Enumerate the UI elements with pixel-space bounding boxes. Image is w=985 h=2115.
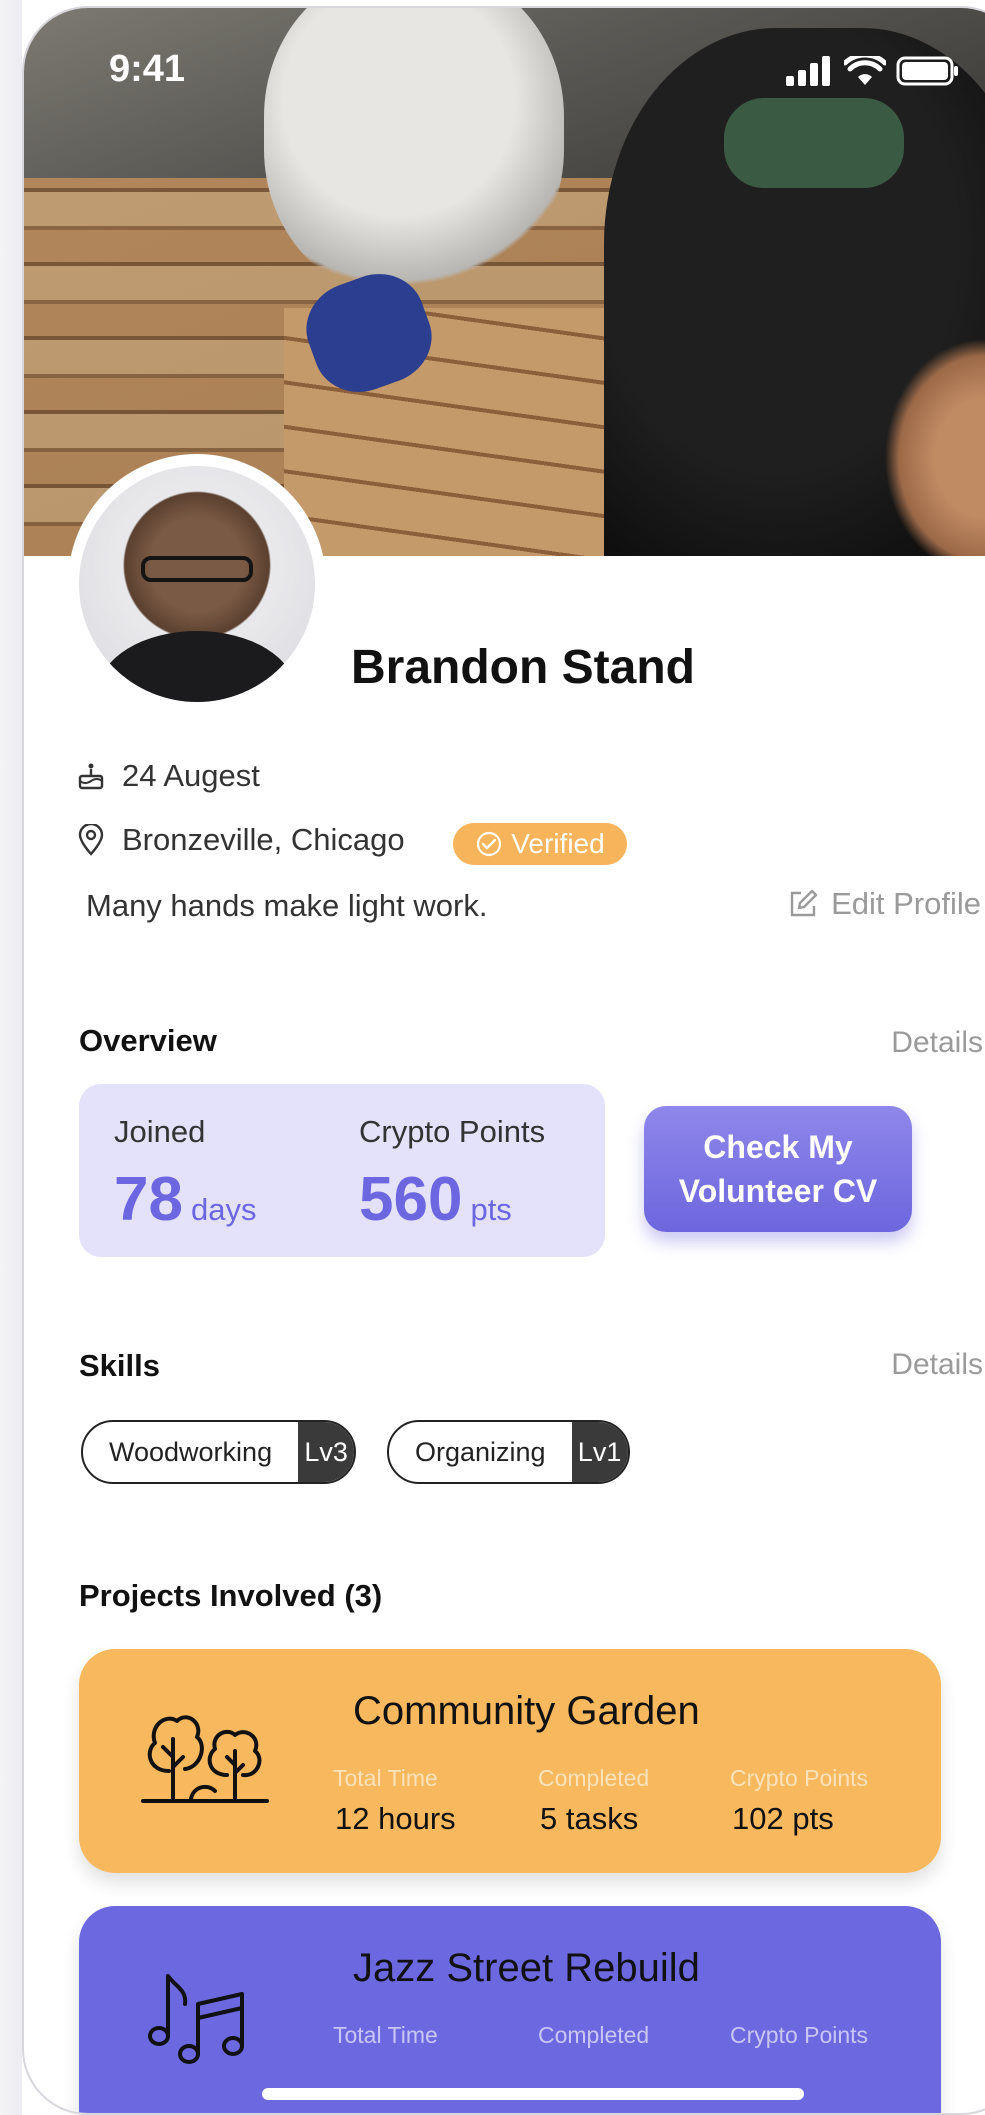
verified-label: Verified: [511, 828, 605, 859]
location-row: Bronzeville, Chicago: [76, 822, 405, 858]
completed-label: Completed: [538, 2022, 650, 2048]
location-text: Bronzeville, Chicago: [122, 822, 405, 857]
status-bar: 9:41: [24, 8, 985, 138]
points-value: 102 pts: [732, 1801, 834, 1836]
skill-level: Lv1: [571, 1422, 628, 1482]
edit-profile-button[interactable]: Edit Profile: [787, 886, 981, 922]
volunteer-cv-button[interactable]: Check My Volunteer CV: [644, 1106, 912, 1232]
cv-button-line2: Volunteer CV: [678, 1173, 878, 1209]
profile-name: Brandon Stand: [351, 641, 695, 694]
project-title: Community Garden: [353, 1689, 700, 1733]
total-time-value: 12 hours: [335, 1801, 456, 1836]
edit-icon: [790, 889, 818, 917]
battery-icon: [896, 56, 958, 86]
avatar[interactable]: [79, 466, 315, 702]
points-unit: pts: [470, 1192, 512, 1227]
project-card-jazz-street-rebuild[interactable]: Jazz Street Rebuild Total Time Completed…: [79, 1906, 941, 2113]
wifi-icon: [844, 56, 886, 85]
overview-title: Overview: [79, 1023, 217, 1058]
points-value: 560 pts: [359, 1165, 512, 1234]
page-background-edge: [0, 0, 22, 2115]
check-circle-icon: [477, 831, 502, 857]
cake-icon: [78, 763, 104, 790]
status-time: 9:41: [109, 48, 186, 90]
birthday-text: 24 Augest: [122, 758, 260, 793]
points-label: Crypto Points: [730, 2022, 869, 2048]
points-label: Crypto Points: [730, 1765, 869, 1791]
total-time-label: Total Time: [333, 2022, 438, 2048]
profile-bio: Many hands make light work.: [86, 888, 488, 923]
overview-card: Joined 78 days Crypto Points 560 pts: [79, 1084, 605, 1257]
overview-details-link[interactable]: Details: [891, 1026, 983, 1060]
completed-label: Completed: [538, 1765, 650, 1791]
skill-level: Lv3: [298, 1422, 355, 1482]
joined-label: Joined: [114, 1114, 206, 1149]
cv-button-line1: Check My: [703, 1129, 853, 1165]
joined-value: 78 days: [114, 1165, 257, 1234]
location-pin-icon: [78, 824, 104, 856]
skills-details-link[interactable]: Details: [891, 1348, 983, 1382]
trees-icon: [141, 1715, 269, 1803]
skill-name: Woodworking: [109, 1436, 273, 1467]
phone-frame: 9:41 Brandon Stand 24 Augest Bronzeville…: [22, 6, 985, 2115]
project-card-community-garden[interactable]: Community Garden Total Time 12 hours Com…: [79, 1649, 941, 1873]
joined-unit: days: [190, 1192, 257, 1227]
skill-name: Organizing: [415, 1436, 546, 1467]
completed-value: 5 tasks: [540, 1801, 639, 1836]
skill-chip-organizing[interactable]: Organizing Lv1: [387, 1420, 630, 1484]
birthday-row: 24 Augest: [76, 758, 260, 794]
total-time-label: Total Time: [333, 1765, 438, 1791]
projects-title: Projects Involved (3): [79, 1578, 383, 1613]
cellular-signal-icon: [786, 56, 830, 86]
home-indicator[interactable]: [262, 2088, 804, 2100]
project-title: Jazz Street Rebuild: [353, 1946, 700, 1990]
skill-chip-woodworking[interactable]: Woodworking Lv3: [81, 1420, 357, 1484]
edit-profile-label: Edit Profile: [831, 886, 981, 921]
points-label: Crypto Points: [359, 1114, 546, 1149]
skills-title: Skills: [79, 1348, 160, 1383]
music-notes-icon: [148, 1974, 244, 2064]
verified-badge: Verified: [453, 823, 627, 865]
